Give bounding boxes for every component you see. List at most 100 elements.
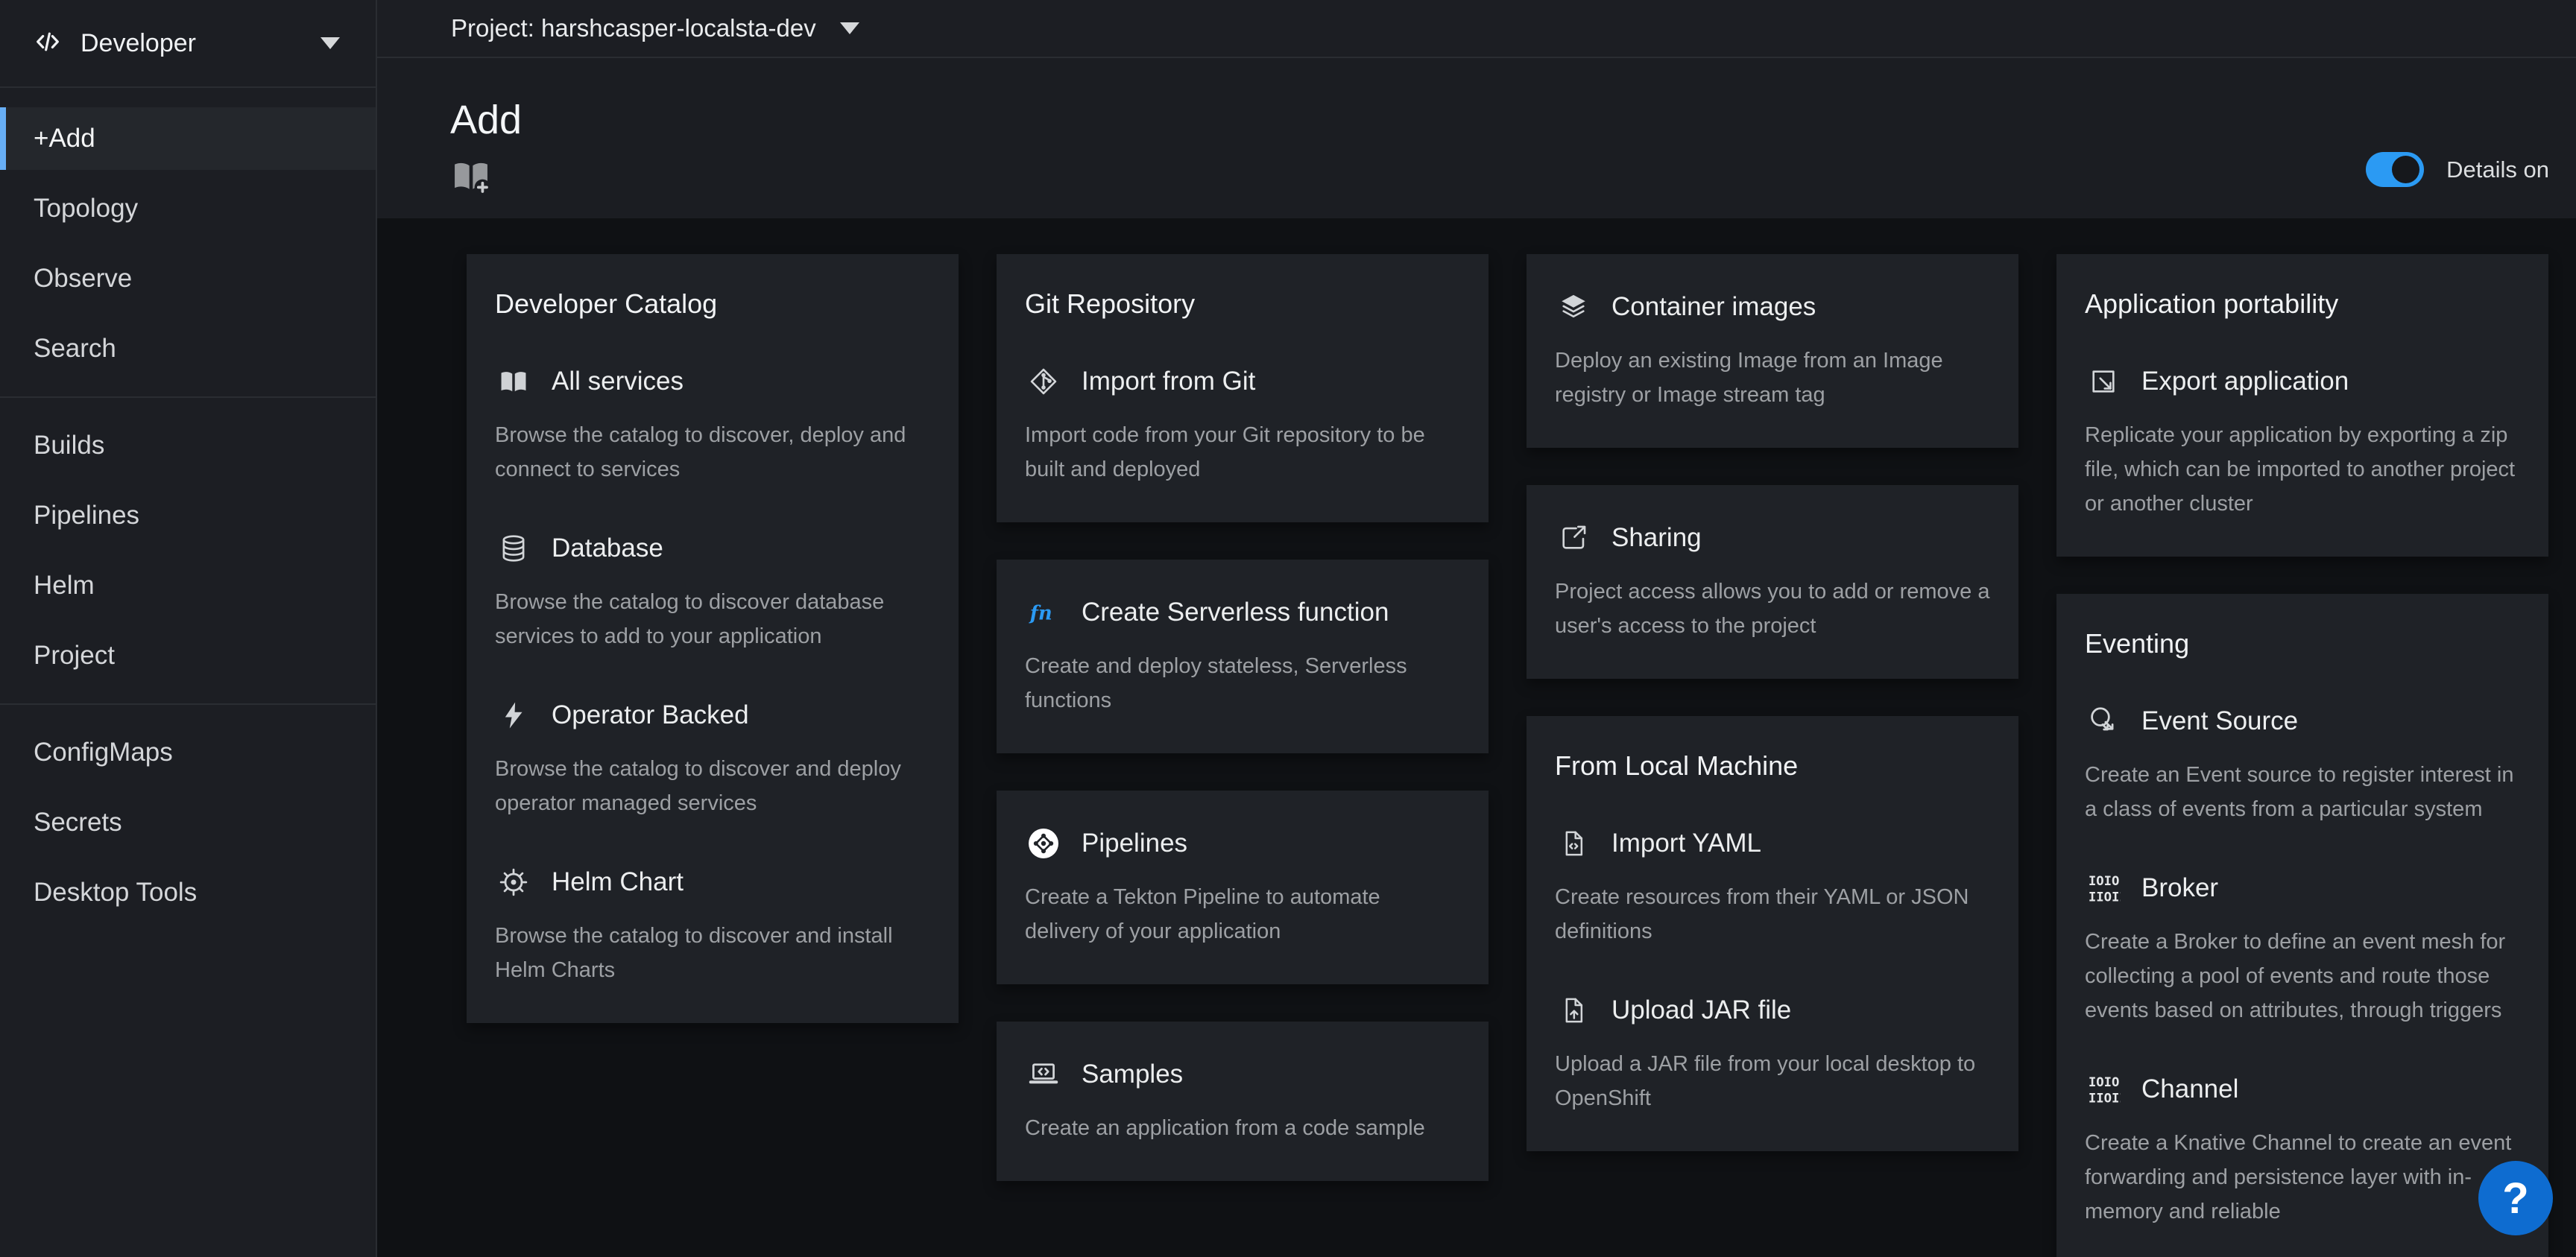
svg-text:IOIO: IOIO [2089, 874, 2120, 889]
main-area: Project: harshcasper-localsta-dev Add De… [377, 0, 2576, 1257]
catalog-item-head: Pipelines [1025, 825, 1460, 862]
sidebar-item-label: Pipelines [34, 501, 139, 531]
catalog-item-label: Event Source [2141, 706, 2298, 736]
catalog-item-head: Operator Backed [495, 697, 930, 734]
catalog-item-description: Browse the catalog to discover and deplo… [495, 752, 930, 820]
sidebar-item-search[interactable]: Search [0, 317, 376, 380]
svg-text:IIOII: IIOII [2089, 1091, 2121, 1106]
catalog-column: Git Repository Import from GitImport code… [997, 254, 1489, 1181]
catalog-item-create-serverless-function[interactable]: fnCreate Serverless functionCreate and d… [1025, 594, 1460, 718]
catalog-item-pipelines[interactable]: PipelinesCreate a Tekton Pipeline to aut… [1025, 825, 1460, 949]
details-toggle-group: Details on [2366, 152, 2549, 187]
app-window: Developer +Add Topology Observe Search Build… [0, 0, 2576, 1257]
catalog-item-operator-backed[interactable]: Operator Backed Browse the catalog to dis… [495, 697, 930, 820]
sidebar-item-helm[interactable]: Helm [0, 554, 376, 617]
sidebar-nav: +Add Topology Observe Search Builds Pipelines… [0, 88, 376, 931]
chevron-down-icon [321, 37, 340, 49]
sidebar-item-observe[interactable]: Observe [0, 247, 376, 310]
catalog-card: SharingProject access allows you to add … [1527, 485, 2018, 679]
helm-icon [495, 864, 532, 901]
catalog-item-all-services[interactable]: All servicesBrowse the catalog to discov… [495, 363, 930, 487]
catalog-item-head: Database [495, 530, 930, 567]
catalog-item-label: Samples [1082, 1060, 1183, 1089]
sidebar-item-label: Topology [34, 194, 138, 224]
catalog-item-label: Upload JAR file [1611, 995, 1791, 1025]
catalog-item-head: Import from Git [1025, 363, 1460, 400]
catalog-item-label: Pipelines [1082, 829, 1187, 858]
catalog-column: Application portability Export applicatio… [2056, 254, 2548, 1257]
samples-icon [1025, 1056, 1062, 1093]
catalog-column: Developer CatalogAll servicesBrowse the … [467, 254, 959, 1023]
broker-icon: IOIOIIOII [2085, 870, 2122, 907]
catalog-item-helm-chart[interactable]: Helm ChartBrowse the catalog to discover… [495, 864, 930, 987]
sidebar-item-secrets[interactable]: Secrets [0, 791, 376, 854]
sidebar-item-topology[interactable]: Topology [0, 177, 376, 240]
catalog-item-event-source[interactable]: Event SourceCreate an Event source to re… [2085, 703, 2520, 826]
sidebar-item-add[interactable]: +Add [0, 107, 376, 170]
catalog-book-plus-icon[interactable] [450, 155, 492, 197]
catalog-item-upload-jar-file[interactable]: Upload JAR file Upload a JAR file from yo… [1555, 992, 1990, 1115]
sidebar-item-label: ConfigMaps [34, 738, 173, 767]
perspective-switcher[interactable]: Developer [0, 0, 376, 88]
details-toggle-label: Details on [2446, 156, 2549, 183]
sidebar-group-divider [0, 703, 376, 705]
catalog-item-description: Upload a JAR file from your local deskto… [1555, 1047, 1990, 1115]
svg-text:IOIO: IOIO [2089, 1075, 2120, 1090]
catalog-item-export-application[interactable]: Export applicationReplicate your applica… [2085, 363, 2520, 521]
file-code-icon [1555, 825, 1592, 862]
catalog-card: fnCreate Serverless functionCreate and d… [997, 560, 1489, 753]
card-title: Application portability [2085, 288, 2520, 320]
sidebar-item-desktop-tools[interactable]: Desktop Tools [0, 861, 376, 924]
catalog-item-broker[interactable]: IOIOIIOIIBrokerCreate a Broker to define… [2085, 870, 2520, 1028]
catalog-item-description: Browse the catalog to discover and insta… [495, 919, 930, 987]
sidebar-item-label: Secrets [34, 808, 122, 838]
catalog-card: Developer CatalogAll servicesBrowse the … [467, 254, 959, 1023]
catalog-item-container-images[interactable]: Container imagesDeploy an existing Image… [1555, 288, 1990, 412]
catalog-item-description: Browse the catalog to discover database … [495, 585, 930, 653]
catalog-item-description: Create an application from a code sample [1025, 1111, 1460, 1145]
chevron-down-icon [840, 22, 859, 34]
sidebar-item-label: Project [34, 641, 115, 671]
catalog-item-head: Import YAML [1555, 825, 1990, 862]
catalog-card: From Local Machine Import YAMLCreate reso… [1527, 716, 2018, 1151]
sidebar-group-divider [0, 396, 376, 398]
channel-icon: IOIOIIOII [2085, 1071, 2122, 1108]
catalog-card: Git Repository Import from GitImport code… [997, 254, 1489, 522]
cards-grid: Developer CatalogAll servicesBrowse the … [467, 254, 2576, 1257]
catalog-card: EventingEvent SourceCreate an Event sour… [2056, 594, 2548, 1257]
fn-icon: fn [1025, 594, 1062, 631]
catalog-item-head: Samples [1025, 1056, 1460, 1093]
sidebar-item-project[interactable]: Project [0, 624, 376, 687]
catalog-item-import-yaml[interactable]: Import YAMLCreate resources from their Y… [1555, 825, 1990, 949]
catalog-item-label: Broker [2141, 873, 2218, 903]
catalog-item-samples[interactable]: Samples Create an application from a code… [1025, 1056, 1460, 1145]
card-title: From Local Machine [1555, 750, 1990, 782]
catalog-item-head: All services [495, 363, 930, 400]
event-source-icon [2085, 703, 2122, 740]
project-selector[interactable]: Project: harshcasper-localsta-dev [377, 0, 2576, 58]
catalog-item-import-from-git[interactable]: Import from GitImport code from your Git… [1025, 363, 1460, 487]
catalog-item-head: IOIOIIOII Broker [2085, 870, 2520, 907]
sidebar-item-configmaps[interactable]: ConfigMaps [0, 721, 376, 784]
database-icon [495, 530, 532, 567]
catalog-item-head: Sharing [1555, 519, 1990, 557]
catalog-item-head: fnCreate Serverless function [1025, 594, 1460, 631]
sidebar-item-pipelines[interactable]: Pipelines [0, 484, 376, 547]
catalog-item-database[interactable]: Database Browse the catalog to discover d… [495, 530, 930, 653]
svg-text:fn: fn [1029, 603, 1052, 625]
catalog-item-head: Upload JAR file [1555, 992, 1990, 1029]
help-button[interactable]: ? [2478, 1161, 2553, 1235]
catalog-item-head: Event Source [2085, 703, 2520, 740]
catalog-item-label: Sharing [1611, 523, 1702, 553]
card-title: Git Repository [1025, 288, 1460, 320]
sidebar-item-builds[interactable]: Builds [0, 414, 376, 477]
sidebar-item-label: Helm [34, 571, 95, 601]
details-toggle[interactable] [2366, 152, 2424, 187]
catalog-item-description: Create a Knative Channel to create an ev… [2085, 1126, 2520, 1229]
catalog-item-channel[interactable]: IOIOIIOIIChannelCreate a Knative Channel… [2085, 1071, 2520, 1229]
catalog-card: Samples Create an application from a code… [997, 1022, 1489, 1181]
layers-icon [1555, 288, 1592, 326]
catalog-item-sharing[interactable]: SharingProject access allows you to add … [1555, 519, 1990, 643]
pipelines-icon [1025, 825, 1062, 862]
catalog-item-label: Operator Backed [552, 700, 749, 730]
